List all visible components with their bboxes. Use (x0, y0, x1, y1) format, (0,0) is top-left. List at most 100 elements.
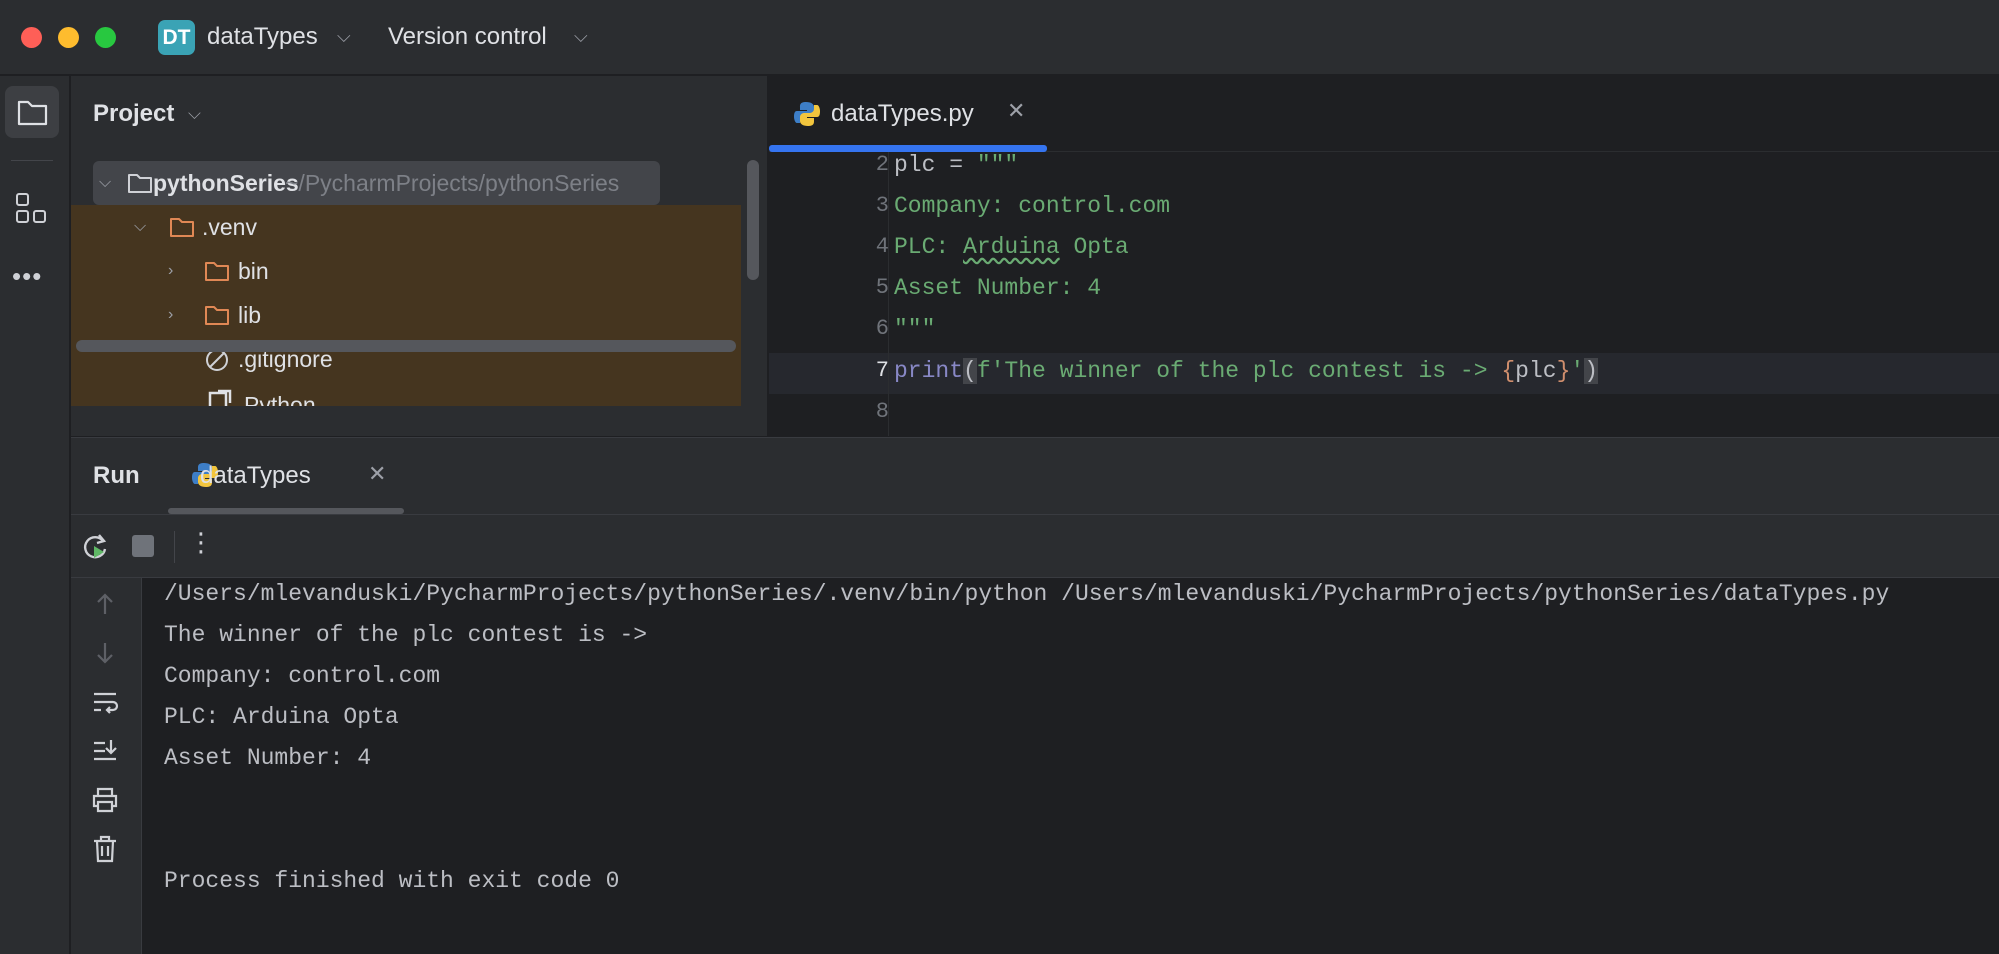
run-tool-window: Run dataTypes ✕ ⋮ /Users/mlevanduski/Pyc… (71, 437, 1999, 954)
code-token: plc (1515, 358, 1557, 384)
tree-item-path: ~/PycharmProjects/pythonSeries (285, 170, 620, 196)
line-number: 3 (875, 193, 889, 218)
code-token: } (1556, 358, 1571, 384)
console-line: Company: control.com (164, 663, 441, 689)
trash-icon[interactable] (89, 833, 121, 865)
code-token: Asset Number: 4 (894, 275, 1102, 301)
folder-icon (128, 174, 152, 193)
project-tree: ⌵ pythonSeries ~/PycharmProjects/pythonS… (71, 161, 741, 406)
code-line[interactable]: Asset Number: 4 (894, 275, 1101, 301)
typo-token: Arduina (963, 234, 1060, 260)
console-side-toolbar (71, 578, 142, 954)
code-line[interactable]: Company: control.com (894, 193, 1170, 219)
code-token: PLC: (894, 234, 964, 260)
tree-item-bin[interactable]: › bin (71, 249, 741, 293)
project-badge[interactable]: DT (158, 20, 195, 55)
code-token: """ (894, 316, 936, 342)
zoom-window-button[interactable] (95, 27, 116, 48)
chevron-down-icon[interactable]: ⌵ (134, 205, 146, 249)
version-control-menu[interactable]: Version control (388, 23, 547, 51)
tree-item-label: .venv (202, 214, 257, 240)
close-icon[interactable]: ✕ (368, 461, 386, 487)
more-vertical-icon[interactable]: ⋮ (188, 527, 214, 558)
editor-tab-bar: dataTypes.py ✕ (769, 76, 1999, 152)
chevron-down-icon[interactable]: ⌵ (188, 104, 201, 124)
code-line[interactable]: print(f'The winner of the plc contest is… (894, 358, 1598, 384)
structure-icon[interactable] (14, 191, 48, 225)
matched-paren: ) (1584, 358, 1598, 384)
console-line: /Users/mlevanduski/PycharmProjects/pytho… (164, 581, 1890, 607)
active-tab-indicator (168, 508, 404, 514)
close-icon[interactable]: ✕ (1007, 98, 1025, 124)
more-icon[interactable]: ••• (12, 261, 42, 292)
console-output[interactable]: /Users/mlevanduski/PycharmProjects/pytho… (164, 581, 1994, 951)
rerun-icon[interactable] (79, 531, 111, 563)
code-line[interactable]: """ (894, 316, 935, 342)
code-editor: dataTypes.py ✕ 2 3 4 5 6 7 8 plc = """ C… (769, 76, 1999, 436)
code-token: Company: control.com (894, 193, 1171, 219)
chevron-right-icon[interactable]: › (168, 249, 173, 293)
horizontal-scrollbar[interactable] (76, 340, 736, 352)
soft-wrap-icon[interactable] (89, 686, 121, 718)
console-line: PLC: Arduina Opta (164, 704, 399, 730)
code-token: ' (1570, 358, 1585, 384)
line-number: 2 (875, 152, 889, 177)
project-panel-title[interactable]: Project (93, 100, 174, 128)
minimize-window-button[interactable] (58, 27, 79, 48)
matched-paren: ( (963, 358, 977, 384)
tab-label: dataTypes.py (831, 100, 974, 127)
folder-icon (205, 306, 229, 325)
scroll-to-end-icon[interactable] (89, 735, 121, 767)
console-line: Asset Number: 4 (164, 745, 372, 771)
tree-item-venv[interactable]: ⌵ .venv (71, 205, 741, 249)
symlink-icon (208, 389, 232, 406)
tree-item-lib[interactable]: › lib (71, 293, 741, 337)
code-token: Opta (1059, 234, 1129, 260)
run-tab-dataTypes[interactable]: dataTypes (200, 462, 311, 490)
code-token: plc = (894, 152, 977, 178)
active-tab-indicator (769, 145, 1047, 152)
tree-item-label: lib (238, 302, 262, 328)
chevron-down-icon[interactable]: ⌵ (99, 161, 111, 205)
line-number: 6 (875, 316, 889, 341)
line-number: 7 (875, 358, 889, 383)
tree-item-label: bin (238, 258, 269, 284)
chevron-down-icon[interactable]: ⌵ (337, 26, 351, 47)
python-file-icon (794, 102, 820, 126)
vertical-scrollbar[interactable] (747, 160, 759, 280)
run-panel-title[interactable]: Run (93, 462, 140, 490)
title-bar: DT dataTypes ⌵ Version control ⌵ (0, 0, 1999, 75)
tree-item-label: pythonSeries (153, 170, 299, 196)
console-line: The winner of the plc contest is -> (164, 622, 648, 648)
code-line[interactable]: plc = """ (894, 152, 1018, 178)
folder-icon (205, 262, 229, 281)
tree-item-pythonSeries[interactable]: ⌵ pythonSeries ~/PycharmProjects/pythonS… (93, 161, 660, 205)
line-number: 8 (875, 399, 889, 424)
code-token: { (1501, 358, 1516, 384)
project-tool-window: Project ⌵ ⌵ pythonSeries ~/PycharmProjec… (71, 76, 768, 436)
tree-item-python[interactable]: Python (71, 381, 741, 406)
project-folder-icon[interactable] (5, 86, 59, 138)
folder-icon (170, 218, 194, 237)
gutter-divider (888, 152, 889, 436)
chevron-down-icon[interactable]: ⌵ (574, 26, 588, 47)
arrow-down-icon[interactable] (89, 637, 121, 669)
run-header: Run dataTypes ✕ (71, 438, 1999, 515)
close-window-button[interactable] (21, 27, 42, 48)
code-token: """ (976, 152, 1019, 178)
project-selector-label[interactable]: dataTypes (207, 23, 318, 51)
tool-window-strip: ••• (0, 76, 70, 954)
run-toolbar: ⋮ (71, 515, 1999, 578)
line-number: 4 (875, 234, 889, 259)
print-icon[interactable] (89, 784, 121, 816)
tree-item-label: Python (244, 392, 316, 406)
tab-dataTypes-py[interactable]: dataTypes.py ✕ (769, 76, 1047, 152)
strip-divider (11, 160, 53, 161)
arrow-up-icon[interactable] (89, 588, 121, 620)
code-line[interactable]: PLC: Arduina Opta (894, 234, 1129, 260)
stop-icon[interactable] (132, 535, 154, 557)
console-line: Process finished with exit code 0 (164, 868, 620, 894)
line-number: 5 (875, 275, 889, 300)
chevron-right-icon[interactable]: › (168, 293, 173, 337)
toolbar-separator (174, 531, 175, 563)
